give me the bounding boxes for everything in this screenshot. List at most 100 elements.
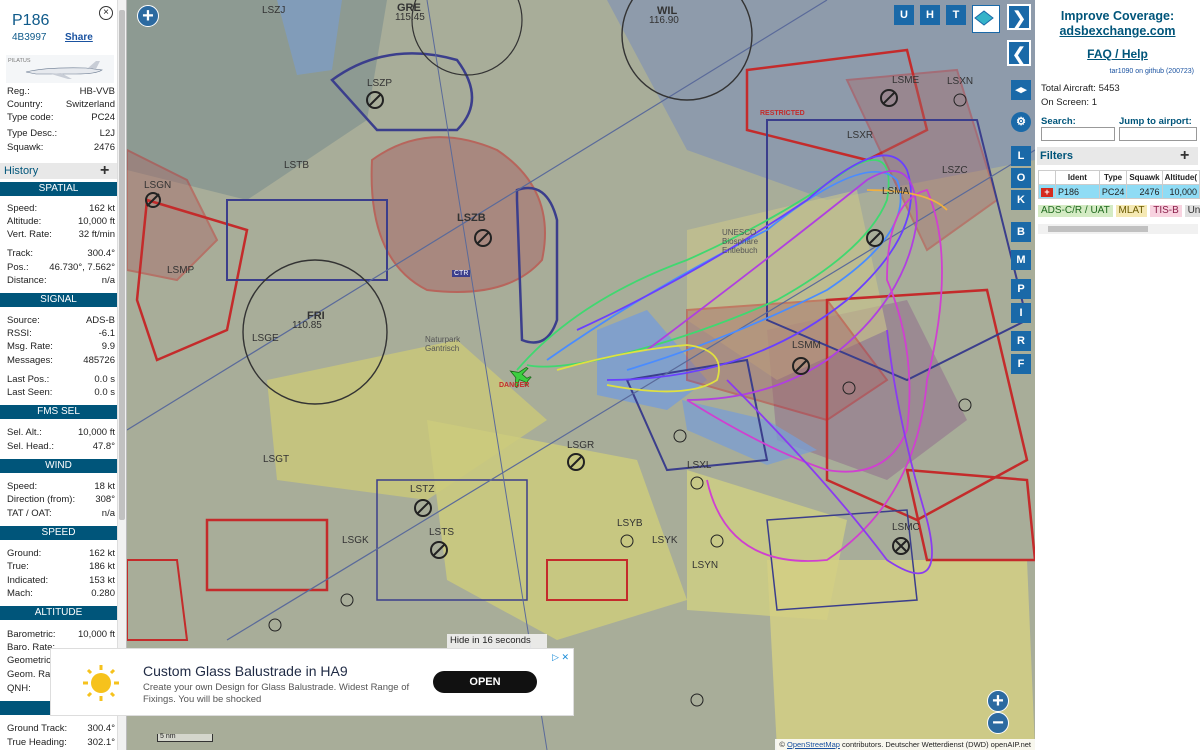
- map-label: LSTS: [429, 527, 455, 538]
- map-toggle-k[interactable]: K: [1011, 190, 1031, 210]
- ad-hide-countdown: Hide in 16 seconds: [447, 634, 547, 648]
- dir-row-value: 300.4°: [87, 723, 115, 734]
- map-canvas[interactable]: [127, 0, 1035, 750]
- faq-help-link[interactable]: FAQ / Help: [1035, 47, 1200, 61]
- expand-left-panel-icon[interactable]: ❮: [1007, 40, 1031, 66]
- collapse-right-panel-icon[interactable]: ❯: [1007, 4, 1031, 30]
- detail-row-value: Switzerland: [65, 99, 115, 110]
- map-label: LSZB: [457, 212, 486, 224]
- aircraft-table: Ident Type Squawk Altitude( + P186 PC24 …: [1038, 170, 1200, 199]
- map-label: LSMA: [882, 186, 910, 197]
- info-scrollbar[interactable]: [117, 0, 126, 750]
- map-label: DANGER: [499, 382, 530, 389]
- filters-label: Filters: [1040, 150, 1074, 162]
- detail-row-key: Squawk:: [7, 142, 44, 153]
- spatial-row-value: 300.4°: [87, 248, 115, 259]
- table-header-type[interactable]: Type: [1098, 170, 1128, 185]
- aircraft-info-panel: P186 4B3997 Share × PILATUS Reg.: HB-VVB C…: [0, 0, 127, 750]
- zoom-in-button[interactable]: +: [987, 690, 1009, 712]
- advertisement-banner[interactable]: Custom Glass Balustrade in HA9 Create yo…: [50, 648, 574, 716]
- layer-toggle-t[interactable]: T: [946, 5, 966, 25]
- speed-row-value: 153 kt: [89, 575, 115, 586]
- map-scale: 5 nm: [157, 733, 213, 742]
- map-toggle-l[interactable]: L: [1011, 146, 1031, 166]
- layer-toggle-u[interactable]: U: [894, 5, 914, 25]
- section-altitude-header[interactable]: ALTITUDE: [0, 606, 117, 620]
- section-speed-header[interactable]: SPEED: [0, 526, 117, 540]
- section-fms-header[interactable]: FMS SEL: [0, 405, 117, 419]
- map-label: LSTB: [284, 160, 310, 171]
- table-header-ident[interactable]: Ident: [1055, 170, 1100, 185]
- signal-row-value: 9.9: [101, 341, 115, 352]
- map-label: LSTZ: [410, 484, 435, 495]
- detail-row-value: PC24: [91, 112, 115, 123]
- section-wind-header[interactable]: WIND: [0, 459, 117, 473]
- jump-to-airport-input[interactable]: [1119, 127, 1197, 141]
- table-header-row: Ident Type Squawk Altitude(: [1038, 170, 1200, 185]
- map-toggle-r[interactable]: R: [1011, 331, 1031, 351]
- wind-row-value: n/a: [101, 508, 115, 519]
- row-ident: P186: [1055, 184, 1100, 199]
- signal-row-key: Msg. Rate:: [7, 341, 53, 352]
- filters-header[interactable]: Filters +: [1037, 147, 1198, 165]
- spatial-row-value: 162 kt: [89, 203, 115, 214]
- map-label: 110.85: [292, 320, 322, 331]
- signal-row-value: 0.0 s: [94, 387, 115, 398]
- filters-expand-icon[interactable]: +: [1180, 148, 1189, 164]
- map-toggle-p[interactable]: P: [1011, 279, 1031, 299]
- zoom-in-top-button[interactable]: +: [137, 5, 159, 27]
- spatial-row-key: Pos.:: [7, 262, 29, 273]
- share-link[interactable]: Share: [65, 32, 93, 43]
- map-label: LSGT: [263, 454, 290, 465]
- table-horizontal-scrollbar[interactable]: [1038, 224, 1198, 234]
- map-toggle-o[interactable]: O: [1011, 168, 1031, 188]
- map-label: LSZJ: [262, 5, 286, 16]
- ad-description: Create your own Design for Glass Balustr…: [143, 682, 410, 705]
- detail-row: Type code: PC24: [7, 112, 115, 125]
- history-expand-icon[interactable]: +: [100, 163, 109, 179]
- map-toggle-b[interactable]: B: [1011, 222, 1031, 242]
- source-adsc-uat: ADS-C/R / UAT: [1038, 205, 1113, 217]
- signal-row: Msg. Rate: 9.9: [7, 341, 115, 354]
- wind-row-value: 308°: [95, 494, 115, 505]
- speed-row-key: Mach:: [7, 588, 33, 599]
- map-toggle-f[interactable]: F: [1011, 354, 1031, 374]
- table-header-squawk[interactable]: Squawk: [1126, 170, 1163, 185]
- search-input[interactable]: [1041, 127, 1115, 141]
- altitude-row-key: Baro. Rate:: [7, 642, 56, 653]
- altitude-row-key: QNH:: [7, 683, 31, 694]
- detail-row-key: Type code:: [7, 112, 54, 123]
- settings-gear-icon[interactable]: ⚙: [1011, 112, 1031, 132]
- table-header-flag[interactable]: [1038, 170, 1056, 185]
- sun-icon: [83, 665, 119, 701]
- map-toggle-m[interactable]: M: [1011, 250, 1031, 270]
- map-label: LSZC: [942, 165, 968, 176]
- close-icon[interactable]: ×: [99, 6, 113, 20]
- fms-row-key: Sel. Alt.:: [7, 427, 42, 438]
- toggle-split-icon[interactable]: ◂▸: [1011, 80, 1031, 100]
- map-toggle-i[interactable]: I: [1011, 303, 1031, 323]
- map-label: 116.90: [649, 15, 679, 26]
- table-header-altitude[interactable]: Altitude(: [1161, 170, 1200, 185]
- layers-icon[interactable]: [972, 5, 1000, 33]
- table-row[interactable]: + P186 PC24 2476 10,000: [1038, 184, 1200, 199]
- adsbexchange-link[interactable]: adsbexchange.com: [1035, 24, 1200, 38]
- fms-row-value: 47.8°: [92, 441, 115, 452]
- section-signal-header[interactable]: SIGNAL: [0, 293, 117, 307]
- ad-open-button[interactable]: OPEN: [433, 671, 537, 693]
- history-header[interactable]: History +: [0, 163, 117, 179]
- ad-title[interactable]: Custom Glass Balustrade in HA9: [143, 663, 348, 679]
- detail-row-value: HB-VVB: [79, 86, 115, 97]
- osm-link[interactable]: OpenStreetMap: [787, 740, 840, 749]
- github-link[interactable]: tar1090 on github (200723): [1110, 68, 1194, 75]
- layer-toggle-h[interactable]: H: [920, 5, 940, 25]
- map-view[interactable]: LSZB LSZP LSZJ LSTB LSGN LSMP LSGE LSGT LSTZ LSTS…: [127, 0, 1035, 750]
- fms-row-key: Sel. Head.:: [7, 441, 54, 452]
- section-spatial-header[interactable]: SPATIAL: [0, 182, 117, 196]
- zoom-out-button[interactable]: −: [987, 712, 1009, 734]
- ad-close-icon[interactable]: ▷ ✕: [552, 652, 569, 663]
- speed-row-value: 186 kt: [89, 561, 115, 572]
- row-type: PC24: [1098, 184, 1128, 199]
- wind-row: Speed: 18 kt: [7, 481, 115, 494]
- spatial-row: Speed: 162 kt: [7, 203, 115, 216]
